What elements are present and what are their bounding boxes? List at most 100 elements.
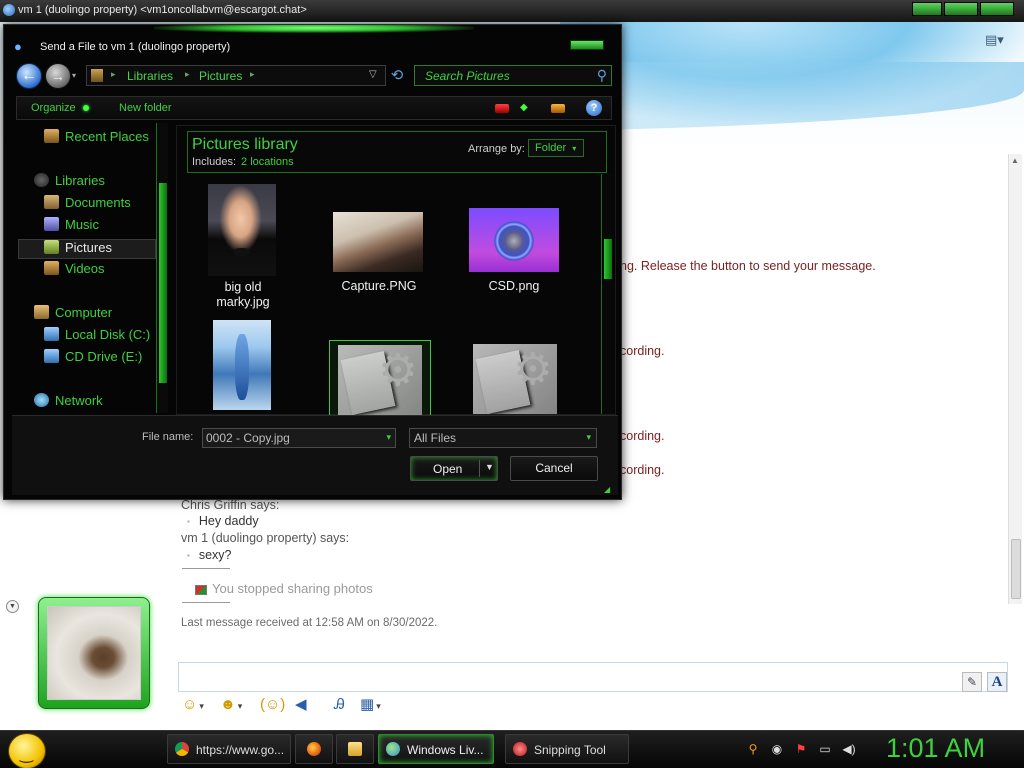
view-options-icon[interactable]: ◆ [520, 103, 530, 113]
nav-item-music[interactable]: Music [44, 217, 99, 237]
handwriting-icon[interactable]: ✎ [962, 672, 982, 692]
new-folder-button[interactable]: New folder [119, 102, 172, 114]
taskbar-item-messenger[interactable]: Windows Liv... [378, 734, 494, 764]
resize-grip-icon[interactable]: ◢ [604, 485, 610, 494]
address-bar[interactable]: ▸ Libraries ▸ Pictures ▸ ▽ [86, 65, 386, 86]
nav-item-network[interactable]: Network [34, 393, 103, 413]
recent-pages-icon[interactable]: ▾ [72, 71, 76, 80]
library-title: Pictures library [192, 136, 298, 153]
firefox-icon [307, 742, 321, 756]
maximize-button[interactable] [944, 2, 978, 16]
file-type-select[interactable]: All Files ▾ [409, 428, 597, 448]
search-input[interactable]: Search Pictures ⚲ [414, 65, 612, 86]
menu-icon[interactable]: ▤▾ [985, 32, 1004, 47]
scrollbar-thumb[interactable] [1011, 539, 1021, 599]
scissors-icon [513, 742, 527, 756]
nav-item-computer[interactable]: Computer [34, 305, 112, 325]
breadcrumb-separator-icon[interactable]: ▸ [250, 69, 255, 80]
cancel-button[interactable]: Cancel [510, 456, 598, 481]
emoticon-icon[interactable]: ☺ [182, 696, 204, 714]
file-item[interactable] [211, 320, 271, 416]
nav-item-cd-drive[interactable]: CD Drive (E:) [44, 349, 142, 369]
taskbar-item-explorer[interactable] [336, 734, 374, 764]
organize-dropdown-icon[interactable] [83, 105, 89, 111]
file-item[interactable]: big old marky.jpg [201, 184, 285, 316]
library-includes: Includes: 2 locations [192, 156, 294, 168]
taskbar-item-snipping-tool[interactable]: Snipping Tool [505, 734, 629, 764]
action-center-flag-icon[interactable]: ⚑ [794, 742, 808, 756]
taskbar-item-chrome[interactable]: https://www.go... [167, 734, 291, 764]
network-tray-icon[interactable]: ▭ [818, 742, 832, 756]
collapse-icon[interactable]: ▼ [6, 600, 19, 613]
messenger-icon: ● [14, 39, 22, 54]
nav-item-pictures[interactable]: Pictures [18, 239, 156, 259]
file-item[interactable]: Capture.PNG [329, 212, 429, 302]
scrollbar-thumb[interactable] [604, 239, 612, 279]
refresh-icon[interactable]: ⟲ [388, 67, 406, 85]
system-message: ng. Release the button to send your mess… [620, 259, 876, 273]
file-selection-bar: File name: 0002 - Copy.jpg ▾ All Files ▾… [12, 415, 618, 495]
close-button[interactable] [980, 2, 1014, 16]
documents-icon [44, 195, 59, 209]
nav-item-recent-places[interactable]: Recent Places [44, 129, 149, 149]
taskbar: https://www.go... Windows Liv... Snippin… [0, 730, 1024, 768]
background-icon[interactable]: ▦ [360, 696, 381, 714]
includes-locations-link[interactable]: 2 locations [241, 156, 294, 168]
breadcrumb-libraries[interactable]: Libraries [127, 69, 173, 83]
window-title: vm 1 (duolingo property) <vm1oncollabvm@… [18, 4, 307, 16]
voice-clip-icon[interactable]: ◀ [295, 696, 307, 714]
message-input[interactable] [178, 662, 1008, 692]
arrange-by-dropdown[interactable]: Folder ▾ [528, 139, 584, 157]
avatar[interactable] [38, 597, 150, 709]
start-button[interactable] [8, 733, 46, 768]
breadcrumb-separator-icon[interactable]: ▸ [185, 69, 190, 80]
file-item-selected[interactable] [329, 340, 431, 418]
file-item[interactable]: CSD.png [467, 208, 561, 302]
view-icon[interactable] [495, 104, 509, 113]
scroll-up-icon[interactable]: ▲ [1011, 156, 1019, 165]
open-dropdown-icon[interactable]: ▼ [485, 462, 494, 472]
chevron-down-icon: ▾ [586, 432, 591, 442]
minimize-button[interactable] [912, 2, 942, 16]
scrollbar-thumb[interactable] [159, 183, 167, 383]
nudge-icon[interactable]: (☺) [260, 696, 285, 714]
nav-item-documents[interactable]: Documents [44, 195, 131, 215]
message-text: Hey daddy [187, 514, 259, 528]
back-button[interactable]: ← [16, 63, 42, 89]
dialog-close-button[interactable] [570, 40, 604, 50]
wink-icon[interactable]: ☻ [220, 696, 242, 714]
open-button[interactable]: Open ▼ [410, 456, 498, 481]
info-message: You stopped sharing photos [195, 581, 373, 596]
preview-pane-icon[interactable] [551, 104, 565, 113]
spellcheck-icon[interactable]: Ꭿ [334, 696, 345, 714]
chevron-down-icon[interactable]: ▽ [369, 69, 377, 80]
chevron-down-icon[interactable]: ▾ [386, 432, 391, 443]
nav-item-libraries[interactable]: Libraries [34, 173, 105, 193]
nav-item-local-disk[interactable]: Local Disk (C:) [44, 327, 150, 347]
libraries-icon [34, 173, 49, 187]
nav-item-videos[interactable]: Videos [44, 261, 105, 281]
clock[interactable]: 1:01 AM [886, 733, 985, 764]
pictures-icon [44, 240, 59, 254]
font-icon[interactable]: A [987, 672, 1007, 692]
search-icon[interactable]: ⚲ [597, 67, 607, 84]
messenger-status-icon[interactable]: ◉ [770, 742, 784, 756]
content-scrollbar[interactable] [601, 174, 613, 414]
nav-scrollbar[interactable] [156, 123, 168, 413]
organize-button[interactable]: Organize [31, 102, 76, 114]
cd-drive-icon [44, 349, 59, 363]
volume-icon[interactable]: ◀) [842, 742, 856, 756]
help-icon[interactable]: ? [586, 100, 602, 116]
chevron-down-icon: ▾ [572, 144, 577, 153]
file-thumbnail [213, 320, 271, 410]
breadcrumb-separator-icon[interactable]: ▸ [111, 69, 116, 80]
search-tray-icon[interactable]: ⚲ [746, 742, 760, 756]
library-icon [91, 69, 103, 82]
forward-button[interactable]: → [45, 63, 71, 89]
breadcrumb-pictures[interactable]: Pictures [199, 69, 242, 83]
chat-scrollbar[interactable]: ▲ [1008, 154, 1022, 604]
filename-input[interactable]: 0002 - Copy.jpg ▾ [202, 428, 396, 448]
file-item[interactable] [469, 342, 561, 416]
taskbar-item-firefox[interactable] [295, 734, 333, 764]
library-header: Pictures library Includes: 2 locations Ar… [187, 131, 607, 173]
